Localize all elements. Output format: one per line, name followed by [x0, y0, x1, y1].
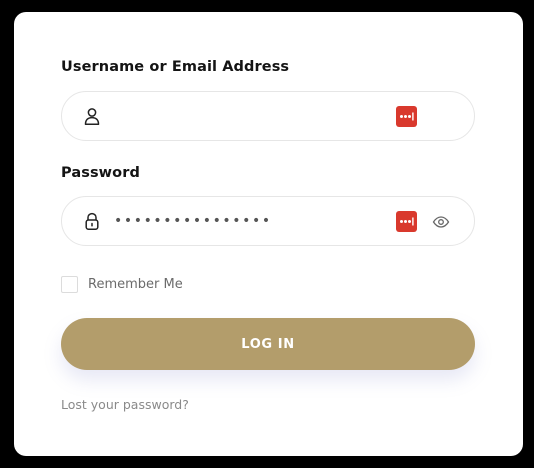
lost-password-link[interactable]: Lost your password?	[61, 397, 189, 412]
password-input[interactable]	[114, 197, 384, 245]
remember-me-checkbox[interactable]	[61, 275, 78, 293]
username-input[interactable]	[114, 92, 384, 140]
eye-icon[interactable]	[431, 212, 451, 232]
login-button[interactable]: LOG IN	[61, 318, 475, 370]
password-label: Password	[61, 165, 140, 181]
username-field[interactable]	[61, 91, 475, 141]
password-manager-icon[interactable]	[396, 106, 417, 127]
username-label: Username or Email Address	[61, 59, 290, 75]
lock-icon	[82, 211, 102, 231]
password-field[interactable]	[61, 196, 475, 246]
remember-me-row: Remember Me	[61, 274, 183, 294]
user-icon	[82, 106, 102, 126]
password-manager-icon[interactable]	[396, 211, 417, 232]
remember-me-label[interactable]: Remember Me	[88, 277, 183, 292]
login-card: Username or Email Address Password •••••…	[14, 12, 523, 456]
